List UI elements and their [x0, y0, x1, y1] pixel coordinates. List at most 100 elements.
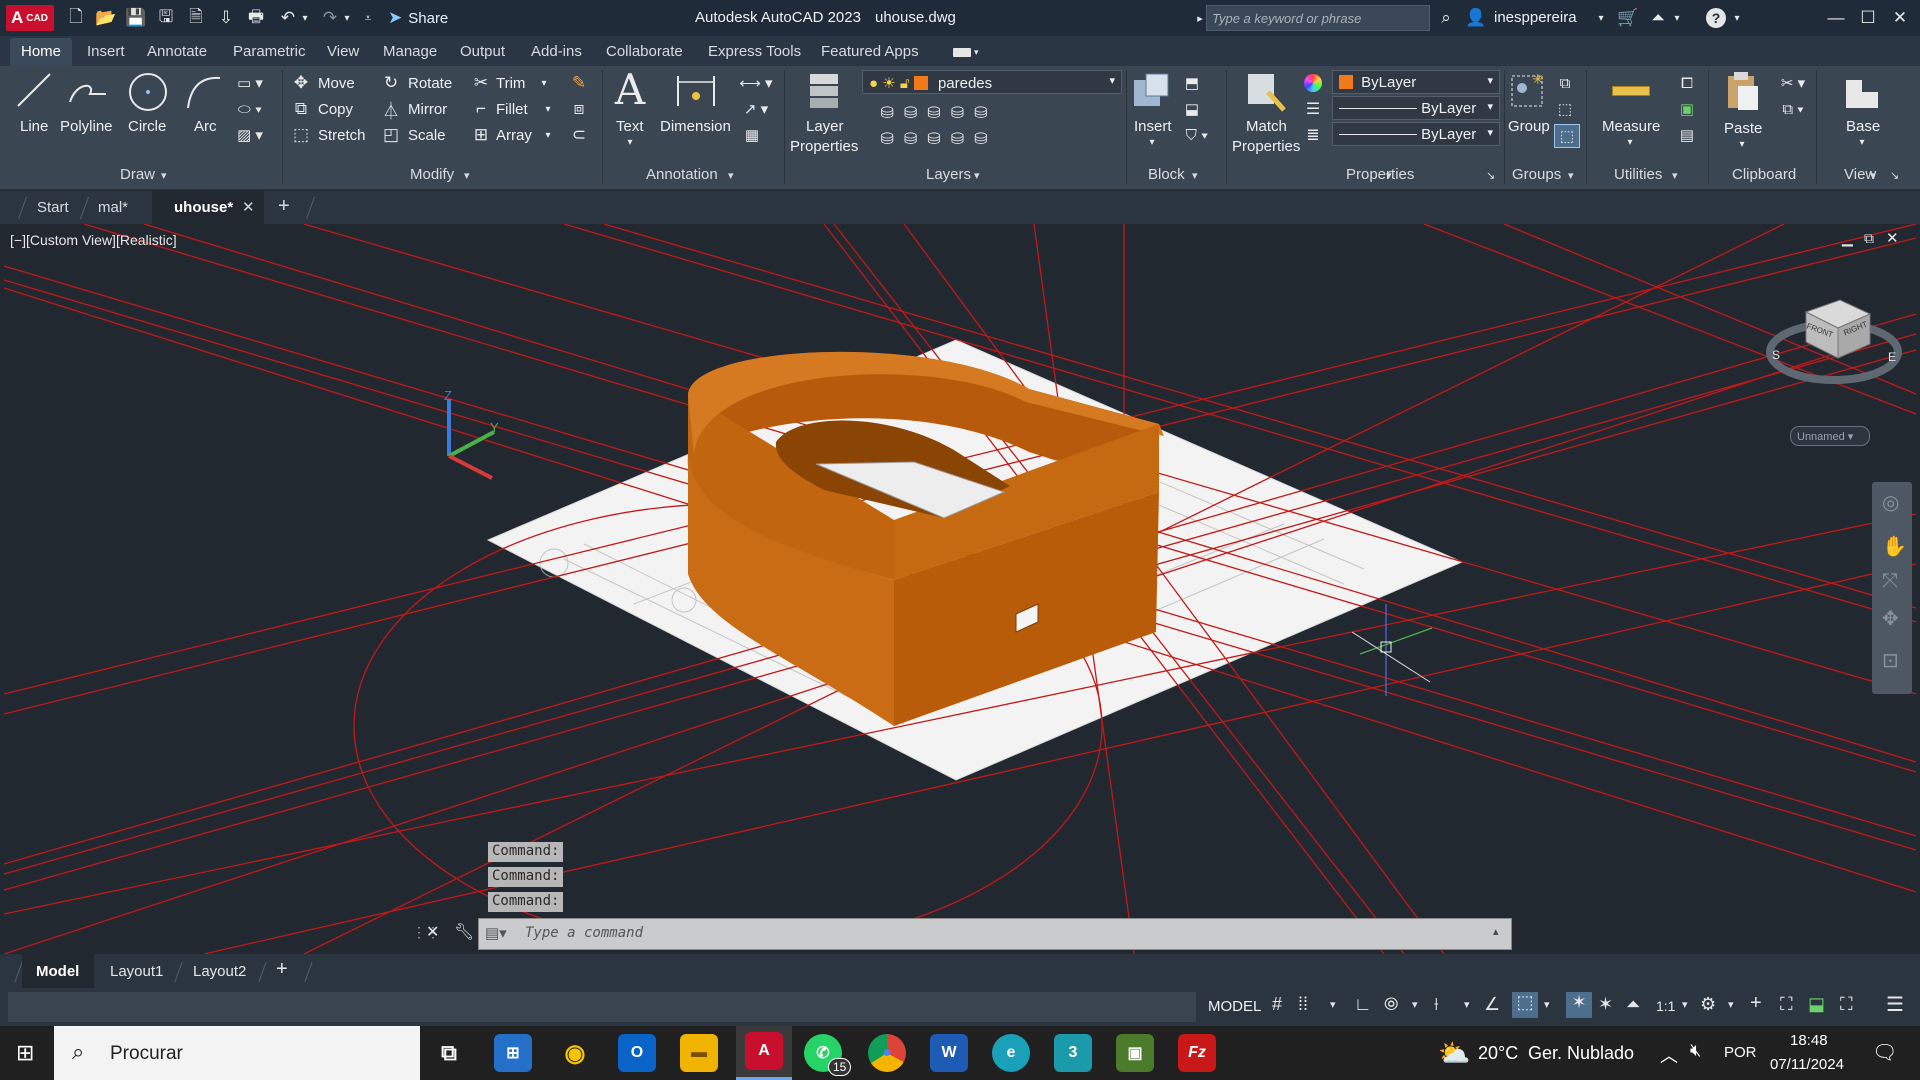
- clock-date[interactable]: 07/11/2024: [1770, 1056, 1844, 1073]
- clock-time[interactable]: 18:48: [1790, 1032, 1828, 1049]
- polyline-icon[interactable]: [66, 72, 110, 110]
- offset-icon[interactable]: ⊂: [568, 124, 590, 146]
- color-wheel-icon[interactable]: [1302, 72, 1324, 94]
- properties-dialog-launcher-icon[interactable]: ↘: [1486, 169, 1495, 182]
- viewport-close-icon[interactable]: ✕: [1886, 229, 1899, 247]
- cut-icon[interactable]: ✂ ▾: [1776, 72, 1810, 94]
- tab-home[interactable]: Home: [10, 38, 73, 66]
- layer-tools-row2-icon[interactable]: ⛁⛁⛁⛁⛁: [864, 128, 1014, 150]
- viewcube[interactable]: FRONT RIGHT S E: [1766, 294, 1902, 384]
- tab-manage[interactable]: Manage: [383, 43, 437, 60]
- input-language[interactable]: POR: [1724, 1044, 1757, 1061]
- tab-add-ins[interactable]: Add-ins: [531, 43, 582, 60]
- doc-tab-mal[interactable]: mal*: [98, 199, 128, 216]
- view-dialog-launcher-icon[interactable]: ↘: [1890, 169, 1899, 182]
- outlook-icon[interactable]: O: [618, 1034, 656, 1072]
- tab-express-tools[interactable]: Express Tools: [708, 43, 801, 60]
- open-web-icon[interactable]: 🗎: [184, 6, 208, 30]
- group-edit-icon[interactable]: ⬚: [1554, 98, 1576, 120]
- dimension-button[interactable]: Dimension: [660, 118, 731, 135]
- minimize-icon[interactable]: —: [1824, 6, 1848, 30]
- dimension-icon[interactable]: [674, 72, 718, 110]
- paste-icon[interactable]: [1722, 70, 1762, 114]
- command-input[interactable]: Type a command: [525, 925, 643, 941]
- utilities-panel-dropdown-icon[interactable]: ▾: [1672, 169, 1678, 182]
- orbit-icon[interactable]: ✥: [1882, 606, 1899, 631]
- tab-view[interactable]: View: [327, 43, 359, 60]
- annotation-monitor-icon[interactable]: +: [1750, 992, 1762, 1015]
- microsoft-store-icon[interactable]: ⊞: [494, 1034, 532, 1072]
- paste-dropdown-icon[interactable]: ▾: [1736, 138, 1748, 150]
- save-web-icon[interactable]: ⇩: [214, 6, 238, 30]
- plot-icon[interactable]: 🖶: [244, 6, 268, 30]
- maximize-icon[interactable]: ☐: [1856, 6, 1880, 30]
- compass-s-label[interactable]: S: [1772, 348, 1780, 362]
- layer-properties-label-2[interactable]: Properties: [790, 138, 858, 155]
- add-layout-icon[interactable]: +: [276, 958, 288, 981]
- cart-icon[interactable]: 🛒: [1616, 6, 1640, 30]
- snap-icon[interactable]: ⁞⁞: [1298, 994, 1308, 1015]
- object-snap-icon[interactable]: ⬚: [1512, 992, 1538, 1018]
- snap-dropdown-icon[interactable]: ▾: [1330, 998, 1336, 1011]
- insert-button[interactable]: Insert: [1134, 118, 1172, 135]
- base-button[interactable]: Base: [1846, 118, 1880, 135]
- help-icon[interactable]: ?: [1704, 6, 1728, 30]
- layers-panel-dropdown-icon[interactable]: ▾: [974, 169, 980, 182]
- weather-icon[interactable]: ⛅: [1438, 1038, 1470, 1069]
- block-panel-dropdown-icon[interactable]: ▾: [1192, 169, 1198, 182]
- volume-muted-icon[interactable]: 🔇︎: [1690, 1040, 1701, 1061]
- linetype-icon[interactable]: ☰: [1302, 98, 1324, 120]
- command-history-toggle-icon[interactable]: ▴: [1493, 925, 1499, 938]
- doc-tab-uhouse[interactable]: uhouse* ✕: [152, 191, 264, 224]
- command-prompt-icon[interactable]: ▤▾: [485, 924, 507, 942]
- redo-icon[interactable]: ↷: [318, 6, 342, 30]
- autocad-taskbar-item[interactable]: A: [736, 1026, 792, 1080]
- layout-tab-layout2[interactable]: Layout2: [193, 963, 246, 980]
- circle-button[interactable]: Circle: [128, 118, 166, 135]
- arc-icon[interactable]: [184, 72, 224, 112]
- ortho-icon[interactable]: ∟: [1354, 994, 1372, 1015]
- match-properties-label-2[interactable]: Properties: [1232, 138, 1300, 155]
- viewport-minimize-icon[interactable]: ▁: [1842, 230, 1853, 247]
- annotation-panel-dropdown-icon[interactable]: ▾: [728, 169, 734, 182]
- app-menu-button[interactable]: A CAD: [6, 5, 54, 31]
- color-dropdown[interactable]: ByLayer ▾: [1332, 70, 1500, 94]
- filezilla-icon[interactable]: Fz: [1178, 1034, 1216, 1072]
- object-snap-tracking-icon[interactable]: ∠: [1484, 994, 1500, 1015]
- tab-output[interactable]: Output: [460, 43, 505, 60]
- array-button[interactable]: Array: [496, 127, 532, 144]
- erase-icon[interactable]: ✎: [568, 72, 590, 94]
- annotation-scale-value[interactable]: 1:1: [1656, 998, 1675, 1014]
- groups-panel-title[interactable]: Groups: [1512, 166, 1561, 183]
- lineweight-icon[interactable]: ≣: [1302, 124, 1324, 146]
- taskbar-search-box[interactable]: ⌕ Procurar: [54, 1026, 420, 1080]
- undo-dropdown-icon[interactable]: ▾: [298, 6, 312, 30]
- layer-properties-icon[interactable]: [802, 70, 846, 114]
- measure-dropdown-icon[interactable]: ▾: [1624, 136, 1636, 148]
- isodraft-icon[interactable]: ⟊: [1434, 994, 1439, 1015]
- account-dropdown-icon[interactable]: ▾: [1670, 6, 1684, 30]
- isolate-objects-icon[interactable]: ⬓: [1808, 994, 1825, 1015]
- mirror-button[interactable]: Mirror: [408, 101, 447, 118]
- object-snap-dropdown-icon[interactable]: ▾: [1544, 998, 1550, 1011]
- polyline-button[interactable]: Polyline: [60, 118, 113, 135]
- units-icon[interactable]: ⛶: [1780, 994, 1793, 1015]
- pan-icon[interactable]: ✋: [1882, 534, 1907, 559]
- autodesk-account-icon[interactable]: ⏶: [1646, 6, 1670, 30]
- redo-dropdown-icon[interactable]: ▾: [340, 6, 354, 30]
- line-icon[interactable]: [14, 70, 54, 110]
- tab-insert[interactable]: Insert: [87, 43, 125, 60]
- layer-tools-row1-icon[interactable]: ⛁⛁⛁⛁⛁: [864, 102, 1014, 124]
- group-icon[interactable]: ✳: [1508, 70, 1548, 114]
- lineweight-dropdown[interactable]: ByLayer ▾: [1332, 122, 1500, 146]
- base-dropdown-icon[interactable]: ▾: [1856, 136, 1868, 148]
- base-view-icon[interactable]: [1842, 74, 1882, 114]
- view-panel-dropdown-icon[interactable]: ▾: [1870, 169, 1876, 182]
- drawing-viewport[interactable]: Z Y [−][Custom View][Realistic] ▁ ⧉ ✕ FR…: [4, 224, 1916, 954]
- file-explorer-icon[interactable]: ▬: [680, 1034, 718, 1072]
- user-icon[interactable]: 👤: [1464, 6, 1488, 30]
- isodraft-dropdown-icon[interactable]: ▾: [1464, 998, 1470, 1011]
- customize-quick-access-icon[interactable]: ⩡: [360, 6, 376, 30]
- new-tab-icon[interactable]: +: [278, 195, 290, 218]
- copy-button[interactable]: Copy: [318, 101, 353, 118]
